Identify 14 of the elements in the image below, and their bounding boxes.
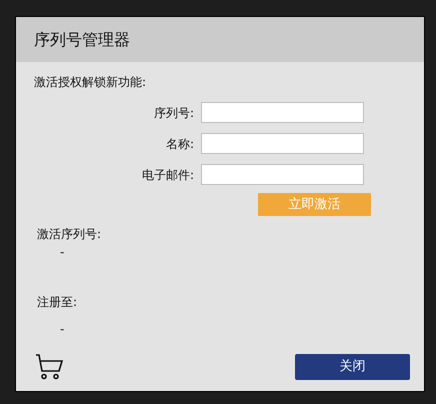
intro-text: 激活授权解锁新功能: [34,74,148,90]
field-label: 名称: [164,136,195,152]
input-field[interactable] [201,133,364,154]
serial-label: 激活序列号: [37,226,102,242]
input-field[interactable] [201,164,364,185]
field-label: 电子邮件: [140,166,195,184]
serial-value: - [60,244,64,260]
registered-to-label: 注册至: [37,294,78,310]
close-button[interactable]: 关闭 [295,354,410,380]
input-field[interactable] [201,102,364,123]
field-label: 序列号: [152,104,195,122]
dialog-title: 序列号管理器 [34,28,130,50]
registered-to-value: - [60,321,64,337]
cart-icon[interactable] [35,354,63,380]
